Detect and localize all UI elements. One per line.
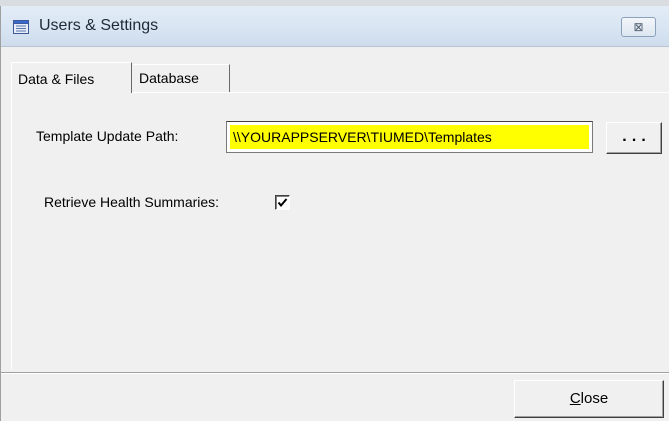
close-button[interactable]: Close (514, 380, 664, 418)
template-path-input[interactable]: \\YOURAPPSERVER\TIUMED\Templates (226, 121, 593, 153)
tab-database[interactable]: Database (133, 64, 230, 92)
tab-data-files[interactable]: Data & Files (11, 62, 132, 93)
footer-divider (1, 372, 669, 374)
close-label-rest: lose (580, 390, 609, 407)
template-path-label: Template Update Path: (36, 128, 179, 144)
window-close-button[interactable]: ⊠ (621, 17, 656, 37)
browse-button[interactable]: ... (606, 122, 662, 154)
close-mnemonic: C (569, 390, 581, 407)
health-summaries-checkbox[interactable] (275, 195, 290, 210)
close-icon: ⊠ (633, 20, 644, 34)
title-bar[interactable]: Users & Settings ⊠ (1, 6, 669, 47)
template-path-value: \\YOURAPPSERVER\TIUMED\Templates (230, 125, 589, 149)
app-icon (13, 20, 29, 34)
checkmark-icon (277, 198, 288, 208)
health-summaries-label: Retrieve Health Summaries: (44, 194, 220, 210)
users-settings-dialog: Users & Settings ⊠ Data & Files Database… (0, 6, 669, 421)
window-title: Users & Settings (39, 17, 159, 34)
